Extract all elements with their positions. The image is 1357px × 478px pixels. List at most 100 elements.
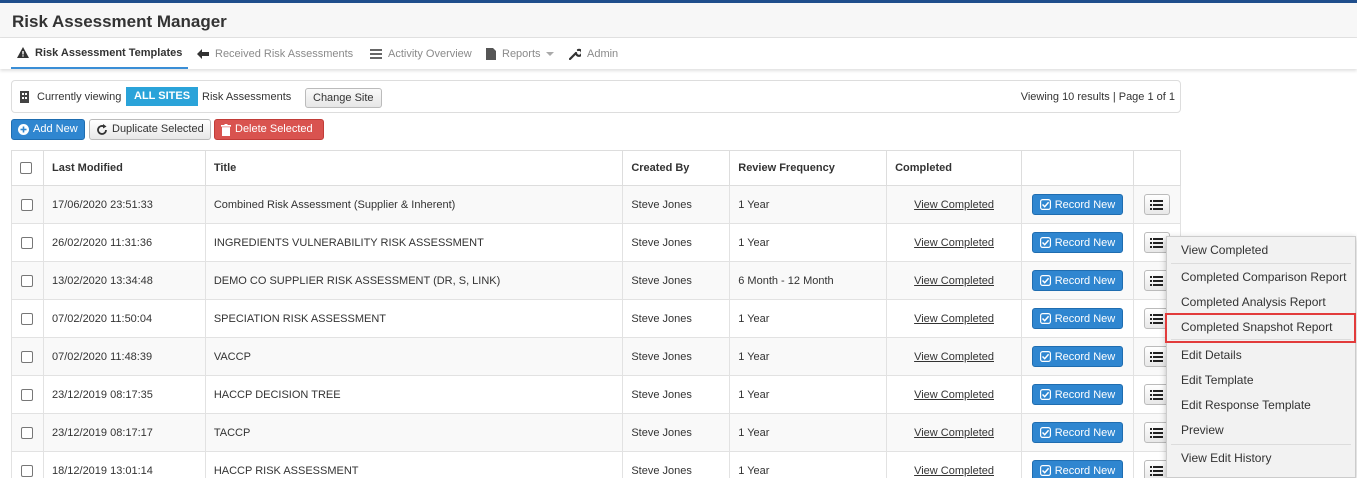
- column-title[interactable]: Title: [204, 150, 624, 186]
- view-completed-link[interactable]: View Completed: [914, 427, 994, 439]
- app-header: Risk Assessment Manager: [0, 3, 1357, 38]
- last-modified-cell: 18/12/2019 13:01:14: [42, 451, 206, 478]
- last-modified-cell: 23/12/2019 08:17:35: [42, 375, 206, 414]
- row-select-cell: [11, 375, 44, 414]
- column-last-modified[interactable]: Last Modified: [42, 150, 206, 186]
- tab-label: Reports: [502, 47, 541, 60]
- row-checkbox[interactable]: [21, 236, 34, 249]
- list-menu-icon: [1150, 389, 1164, 400]
- row-checkbox[interactable]: [21, 198, 34, 211]
- review-frequency-cell: 1 Year: [729, 223, 888, 262]
- record-new-button[interactable]: Record New: [1031, 422, 1124, 443]
- record-cell: Record New: [1021, 413, 1134, 452]
- review-frequency-cell: 1 Year: [729, 299, 888, 338]
- view-completed-link[interactable]: View Completed: [914, 465, 994, 477]
- check-square-icon: [1039, 427, 1051, 438]
- file-icon: [486, 47, 496, 60]
- created-by-cell: Steve Jones: [622, 337, 731, 376]
- table-header-row: Last Modified Title Created By Review Fr…: [11, 150, 1182, 186]
- menu-edit-details[interactable]: Edit Details: [1167, 343, 1355, 367]
- table-row: 23/12/2019 08:17:17 TACCP Steve Jones 1 Yea…: [11, 413, 1182, 452]
- review-frequency-cell: 1 Year: [729, 185, 888, 224]
- row-checkbox[interactable]: [21, 426, 34, 439]
- add-new-button[interactable]: Add New: [11, 119, 85, 140]
- record-new-button[interactable]: Record New: [1031, 232, 1124, 253]
- table-row: 18/12/2019 13:01:14 HACCP RISK ASSESSMENT…: [11, 451, 1182, 478]
- list-menu-icon: [1150, 275, 1164, 286]
- row-menu-button[interactable]: [1143, 194, 1170, 215]
- record-new-button[interactable]: Record New: [1031, 460, 1124, 478]
- menu-divider: [1171, 263, 1351, 264]
- record-new-button[interactable]: Record New: [1031, 384, 1124, 405]
- row-checkbox[interactable]: [21, 464, 34, 477]
- menu-edit-template[interactable]: Edit Template: [1167, 368, 1355, 392]
- table-row: 17/06/2020 23:51:33 Combined Risk Assessm…: [11, 185, 1182, 224]
- menu-completed-comparison-report[interactable]: Completed Comparison Report: [1167, 265, 1355, 289]
- site-badge: ALL SITES: [126, 87, 199, 106]
- tab-received-risk-assessments[interactable]: Received Risk Assessments: [197, 38, 353, 69]
- select-all-checkbox[interactable]: [20, 162, 32, 175]
- menu-view-edit-history[interactable]: View Edit History: [1167, 446, 1355, 470]
- record-cell: Record New: [1021, 337, 1134, 376]
- view-completed-link[interactable]: View Completed: [914, 199, 994, 211]
- table-row: 07/02/2020 11:48:39 VACCP Steve Jones 1 Yea…: [11, 337, 1182, 376]
- view-completed-link[interactable]: View Completed: [914, 351, 994, 363]
- delete-selected-button[interactable]: Delete Selected: [214, 119, 324, 140]
- created-by-cell: Steve Jones: [622, 375, 731, 414]
- tab-risk-assessment-templates[interactable]: Risk Assessment Templates: [11, 38, 189, 69]
- column-completed: Completed: [886, 150, 1022, 186]
- menu-view-completed[interactable]: View Completed: [1167, 238, 1355, 262]
- tab-label: Activity Overview: [388, 47, 472, 60]
- completed-cell: View Completed: [886, 375, 1022, 414]
- completed-cell: View Completed: [886, 185, 1022, 224]
- tab-label: Risk Assessment Templates: [35, 46, 183, 59]
- last-modified-cell: 17/06/2020 23:51:33: [42, 185, 206, 224]
- title-cell: HACCP RISK ASSESSMENT: [204, 451, 624, 478]
- plus-circle-icon: [18, 124, 29, 135]
- record-new-button[interactable]: Record New: [1031, 308, 1124, 329]
- tab-reports[interactable]: Reports: [486, 38, 554, 69]
- arrow-left-icon: [197, 48, 209, 59]
- row-checkbox[interactable]: [21, 388, 34, 401]
- table-row: 26/02/2020 11:31:36 INGREDIENTS VULNERABI…: [11, 223, 1182, 262]
- menu-completed-analysis-report[interactable]: Completed Analysis Report: [1167, 290, 1355, 314]
- row-checkbox[interactable]: [21, 350, 34, 363]
- record-new-button[interactable]: Record New: [1031, 194, 1124, 215]
- view-completed-link[interactable]: View Completed: [914, 275, 994, 287]
- record-new-button[interactable]: Record New: [1031, 270, 1124, 291]
- record-new-label: Record New: [1054, 198, 1116, 211]
- column-created-by[interactable]: Created By: [622, 150, 731, 186]
- review-frequency-cell: 1 Year: [729, 375, 888, 414]
- column-review-frequency[interactable]: Review Frequency: [729, 150, 888, 186]
- record-new-label: Record New: [1054, 388, 1116, 401]
- wrench-icon: [569, 48, 581, 60]
- title-cell: Combined Risk Assessment (Supplier & Inh…: [204, 185, 624, 224]
- review-frequency-cell: 1 Year: [729, 337, 888, 376]
- completed-cell: View Completed: [886, 299, 1022, 338]
- record-cell: Record New: [1021, 261, 1134, 300]
- created-by-cell: Steve Jones: [622, 299, 731, 338]
- actions-cell: [1132, 185, 1182, 224]
- trash-icon: [221, 123, 231, 136]
- row-select-cell: [11, 337, 44, 376]
- column-record: [1021, 150, 1134, 186]
- record-cell: Record New: [1021, 185, 1134, 224]
- table-row: 07/02/2020 11:50:04 SPECIATION RISK ASSES…: [11, 299, 1182, 338]
- title-cell: TACCP: [204, 413, 624, 452]
- row-checkbox[interactable]: [21, 312, 34, 325]
- menu-edit-response-template[interactable]: Edit Response Template: [1167, 393, 1355, 417]
- check-square-icon: [1039, 275, 1051, 286]
- record-new-button[interactable]: Record New: [1031, 346, 1124, 367]
- view-completed-link[interactable]: View Completed: [914, 389, 994, 401]
- tab-admin[interactable]: Admin: [569, 38, 618, 69]
- completed-cell: View Completed: [886, 337, 1022, 376]
- list-menu-icon: [1150, 313, 1164, 324]
- menu-preview[interactable]: Preview: [1167, 418, 1355, 442]
- warning-icon: [17, 47, 29, 58]
- tab-activity-overview[interactable]: Activity Overview: [370, 38, 472, 69]
- change-site-button[interactable]: Change Site: [305, 88, 382, 108]
- duplicate-selected-button[interactable]: Duplicate Selected: [89, 119, 211, 140]
- view-completed-link[interactable]: View Completed: [914, 237, 994, 249]
- view-completed-link[interactable]: View Completed: [914, 313, 994, 325]
- row-checkbox[interactable]: [21, 274, 34, 287]
